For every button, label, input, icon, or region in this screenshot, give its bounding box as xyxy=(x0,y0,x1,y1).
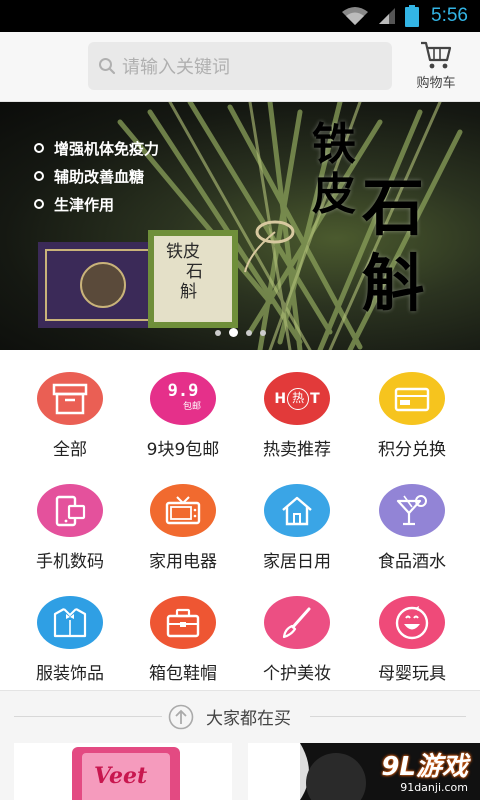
category-appliances[interactable]: 家用电器 xyxy=(123,462,243,572)
category-food[interactable]: 食品酒水 xyxy=(352,462,472,572)
carousel-dot[interactable] xyxy=(259,329,266,336)
box-label: 铁皮 石 斛 xyxy=(166,242,203,302)
cart-icon xyxy=(421,41,452,69)
banner-title-large: 石 斛 xyxy=(362,171,425,320)
category-digital[interactable]: 手机数码 xyxy=(10,462,130,572)
category-apparel[interactable]: 服装饰品 xyxy=(10,574,130,684)
popular-section-header: 大家都在买 xyxy=(0,691,480,743)
product-image: Veet xyxy=(72,747,180,800)
product-list: Veet 9L游戏 91danji.com xyxy=(0,743,480,800)
carousel-dot[interactable] xyxy=(245,329,252,336)
hot-icon: H 热 T xyxy=(264,372,330,425)
category-beauty[interactable]: 个护美妆 xyxy=(237,574,357,684)
product-box-image: 铁皮 石 斛 xyxy=(38,230,238,330)
benefit-item: 辅助改善血糖 xyxy=(34,162,159,190)
home-icon xyxy=(264,484,330,537)
carousel-dot[interactable] xyxy=(214,329,221,336)
category-all[interactable]: 全部 xyxy=(10,350,130,460)
card-icon xyxy=(379,372,445,425)
benefit-item: 生津作用 xyxy=(34,190,159,218)
promo-banner[interactable]: 增强机体免疫力 辅助改善血糖 生津作用 铁 皮 石 斛 铁皮 石 斛 xyxy=(0,102,480,350)
search-input[interactable]: 请输入关键词 xyxy=(88,42,392,90)
status-bar: 5:56 xyxy=(0,0,480,32)
category-nine-nine[interactable]: 9.9 包邮 9块9包邮 xyxy=(123,350,243,460)
brush-icon xyxy=(264,596,330,649)
site-watermark: 9L游戏 91danji.com xyxy=(381,752,468,794)
product-card[interactable]: Veet xyxy=(14,743,232,800)
category-hot[interactable]: H 热 T 热卖推荐 xyxy=(237,350,357,460)
benefit-list: 增强机体免疫力 辅助改善血糖 生津作用 xyxy=(34,134,159,218)
header-rule xyxy=(14,716,162,717)
category-grid: 全部 9.9 包邮 9块9包邮 H 热 T 热卖推荐 积分兑换 手机数码 家用电… xyxy=(0,350,480,690)
popular-title: 大家都在买 xyxy=(206,709,291,729)
benefit-item: 增强机体免疫力 xyxy=(34,134,159,162)
bag-icon xyxy=(150,596,216,649)
battery-icon xyxy=(405,5,420,27)
product-card[interactable]: 9L游戏 91danji.com xyxy=(248,743,480,800)
clock: 5:56 xyxy=(431,5,468,26)
cocktail-icon xyxy=(379,484,445,537)
search-icon xyxy=(99,58,116,75)
header-rule xyxy=(310,716,466,717)
box-icon xyxy=(37,372,103,425)
search-placeholder: 请输入关键词 xyxy=(122,57,230,78)
up-arrow-icon xyxy=(168,704,194,730)
brand-logo: Veet xyxy=(94,763,148,789)
cart-button[interactable]: 购物车 xyxy=(408,40,464,94)
wifi-icon xyxy=(342,7,369,25)
smiley-icon xyxy=(379,596,445,649)
category-points[interactable]: 积分兑换 xyxy=(352,350,472,460)
tv-icon xyxy=(150,484,216,537)
category-bags[interactable]: 箱包鞋帽 xyxy=(123,574,243,684)
category-baby[interactable]: 母婴玩具 xyxy=(352,574,472,684)
phone-icon xyxy=(37,484,103,537)
carousel-dot-active[interactable] xyxy=(228,328,238,337)
banner-title-small: 铁 皮 xyxy=(312,119,356,220)
signal-icon xyxy=(379,8,396,24)
shirt-icon xyxy=(37,596,103,649)
cart-label: 购物车 xyxy=(416,76,456,91)
carousel-indicator[interactable] xyxy=(0,328,480,337)
app-header: 请输入关键词 购物车 xyxy=(0,32,480,102)
nine-nine-icon: 9.9 包邮 xyxy=(150,372,216,425)
category-home[interactable]: 家居日用 xyxy=(237,462,357,572)
